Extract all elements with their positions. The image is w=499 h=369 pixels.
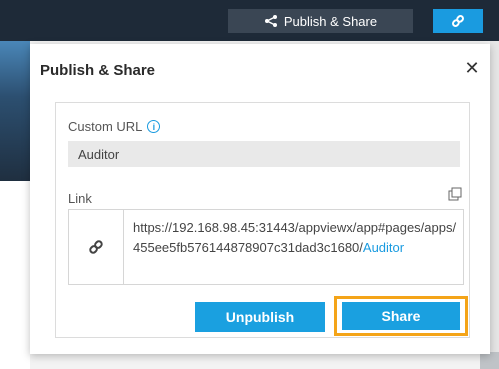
top-toolbar: Publish & Share	[0, 0, 499, 41]
background-banner	[0, 41, 30, 181]
info-icon[interactable]: i	[147, 120, 161, 133]
publish-panel: Custom URL i Link https://192.168.98.45:…	[55, 102, 470, 338]
custom-url-label: Custom URL	[68, 119, 143, 134]
link-icon	[89, 240, 103, 254]
share-icon	[264, 15, 277, 27]
custom-url-label-row: Custom URL i	[68, 119, 161, 134]
copy-link-button[interactable]	[433, 9, 483, 33]
custom-url-input[interactable]	[68, 141, 460, 167]
link-label: Link	[68, 191, 92, 206]
dialog-header: Publish & Share ✕	[30, 44, 490, 92]
link-box-icon-cell	[69, 210, 124, 284]
link-url-base: https://192.168.98.45:31443/appviewx/app…	[133, 220, 457, 255]
link-url[interactable]: https://192.168.98.45:31443/appviewx/app…	[133, 218, 463, 258]
copy-icon[interactable]	[448, 187, 462, 201]
dialog-title: Publish & Share	[40, 62, 156, 79]
unpublish-button[interactable]: Unpublish	[195, 302, 325, 332]
publish-share-button[interactable]: Publish & Share	[228, 9, 413, 33]
publish-share-label: Publish & Share	[283, 13, 378, 29]
link-box: https://192.168.98.45:31443/appviewx/app…	[68, 209, 464, 285]
publish-share-dialog: Publish & Share ✕ Custom URL i Link	[30, 44, 490, 354]
background-page	[0, 181, 30, 369]
share-button[interactable]: Share	[342, 302, 460, 330]
link-icon	[452, 15, 464, 27]
link-url-highlight[interactable]: Auditor	[363, 240, 404, 255]
background-page-right	[490, 41, 499, 369]
share-button-highlight: Share	[334, 296, 468, 336]
close-icon[interactable]: ✕	[462, 58, 482, 78]
background-element	[480, 352, 499, 369]
